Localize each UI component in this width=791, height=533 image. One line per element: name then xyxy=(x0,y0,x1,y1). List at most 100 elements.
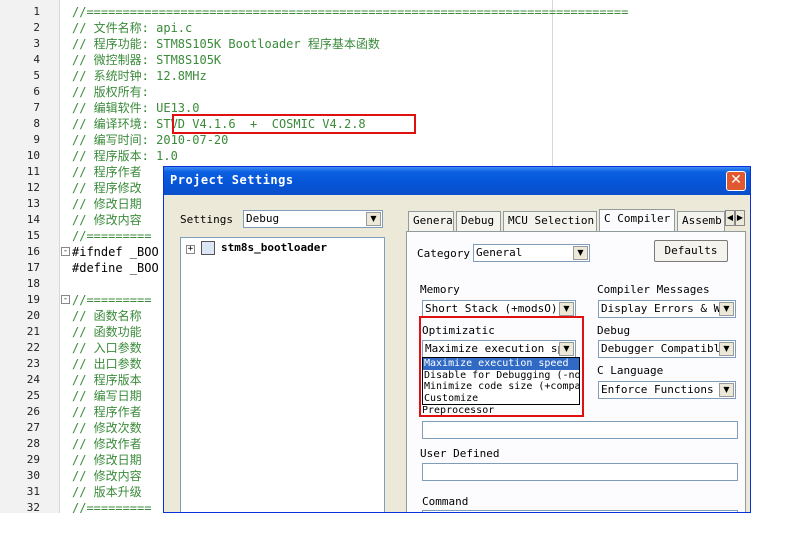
settings-label: Settings xyxy=(180,213,233,226)
chevron-left-icon[interactable]: ◀ xyxy=(725,210,735,226)
line-number: 20 xyxy=(26,309,40,322)
c-language-dropdown[interactable]: Enforce Functions Pr ▼ xyxy=(598,381,736,399)
line-number: 4 xyxy=(33,53,40,66)
code-line: // 程序作者 xyxy=(72,165,142,179)
tab-c-compiler[interactable]: C Compiler xyxy=(599,209,675,231)
line-number: 19 xyxy=(26,293,40,306)
chevron-right-icon[interactable]: ▶ xyxy=(735,210,745,226)
debug-dropdown[interactable]: Debugger Compatible ▼ xyxy=(598,340,736,358)
compiler-env-highlight xyxy=(172,114,416,134)
settings-value: Debug xyxy=(246,212,280,225)
tab-general[interactable]: General xyxy=(408,211,454,231)
code-line: // 修改内容 xyxy=(72,469,142,483)
memory-label: Memory xyxy=(420,283,460,296)
category-label: Category xyxy=(417,247,470,260)
tree-item-stm8s-bootloader[interactable]: stm8s_bootloader xyxy=(221,241,327,254)
line-number: 10 xyxy=(26,149,40,162)
memory-value: Short Stack (+modsO) xyxy=(425,302,558,315)
code-line: #define _BOO xyxy=(72,261,159,275)
line-number: 9 xyxy=(33,133,40,146)
close-button[interactable]: ✕ xyxy=(726,171,746,191)
tab-scroll-buttons: ◀ ▶ xyxy=(725,210,745,226)
code-line: // 修改日期 xyxy=(72,197,142,211)
code-line: //========= xyxy=(72,229,152,243)
code-line: // 入口参数 xyxy=(72,341,142,355)
chevron-down-icon[interactable]: ▼ xyxy=(559,302,574,316)
compiler-messages-dropdown[interactable]: Display Errors & War ▼ xyxy=(598,300,736,318)
tree-expand-icon[interactable]: + xyxy=(186,245,195,254)
line-number-gutter: 1 2 3 4 5 6 7 8 9 10 11 12 13 14 15 16 17 18 19 20 21 22 23 24 2… xyxy=(0,0,60,513)
tab-mcu-selection[interactable]: MCU Selection xyxy=(503,211,597,231)
line-number: 13 xyxy=(26,197,40,210)
code-line: // 系统时钟: 12.8MHz xyxy=(72,69,207,83)
code-line: // 函数名称 xyxy=(72,309,142,323)
command-label: Command xyxy=(422,495,469,508)
line-number: 30 xyxy=(26,469,40,482)
project-icon xyxy=(201,241,215,255)
code-line: // 出口参数 xyxy=(72,357,142,371)
chevron-down-icon[interactable]: ▼ xyxy=(719,342,734,356)
tab-debug[interactable]: Debug xyxy=(456,211,501,231)
debug-label: Debug xyxy=(597,324,631,337)
line-number: 11 xyxy=(26,165,40,178)
line-number: 28 xyxy=(26,437,40,450)
fold-collapse-icon[interactable]: - xyxy=(61,247,70,256)
code-line: // 编写日期 xyxy=(72,389,142,403)
settings-tabs: General Debug MCU Selection C Compiler A… xyxy=(406,209,746,231)
code-line: // 程序功能: STM8S105K Bootloader 程序基本函数 xyxy=(72,37,380,51)
project-tree[interactable]: + stm8s_bootloader xyxy=(180,237,385,512)
code-line: // 函数功能 xyxy=(72,325,142,339)
line-number: 31 xyxy=(26,485,40,498)
line-number: 21 xyxy=(26,325,40,338)
line-number: 29 xyxy=(26,453,40,466)
tab-assembler[interactable]: Assemb xyxy=(677,211,725,231)
line-number: 6 xyxy=(33,85,40,98)
dialog-titlebar[interactable]: Project Settings ✕ xyxy=(164,167,750,195)
chevron-down-icon[interactable]: ▼ xyxy=(719,383,734,397)
chevron-down-icon[interactable]: ▼ xyxy=(719,302,734,316)
line-number: 22 xyxy=(26,341,40,354)
line-number: 16 xyxy=(26,245,40,258)
line-number: 27 xyxy=(26,421,40,434)
defaults-button[interactable]: Defaults xyxy=(654,240,728,262)
command-field[interactable] xyxy=(422,510,738,512)
code-line: // 修改日期 xyxy=(72,453,142,467)
code-line: #ifndef _BOO xyxy=(72,245,159,259)
category-value: General xyxy=(476,246,523,259)
fold-collapse-icon[interactable]: - xyxy=(61,295,70,304)
preprocessor-field[interactable] xyxy=(422,421,738,439)
c-language-value: Enforce Functions Pr xyxy=(601,383,734,396)
user-defined-label: User Defined xyxy=(420,447,500,460)
line-number: 5 xyxy=(33,69,40,82)
chevron-down-icon[interactable]: ▼ xyxy=(366,212,381,226)
debug-value: Debugger Compatible xyxy=(601,342,727,355)
line-number: 8 xyxy=(33,117,40,130)
line-number: 24 xyxy=(26,373,40,386)
code-line: // 编写时间: 2010-07-20 xyxy=(72,133,229,147)
code-line: // 程序版本: 1.0 xyxy=(72,149,178,163)
line-number: 14 xyxy=(26,213,40,226)
line-number: 26 xyxy=(26,405,40,418)
chevron-down-icon[interactable]: ▼ xyxy=(573,246,588,260)
code-line: // 版权所有: xyxy=(72,85,149,99)
code-line: //======================================… xyxy=(72,5,629,19)
code-line: // 程序作者 xyxy=(72,405,142,419)
line-number: 18 xyxy=(26,277,40,290)
settings-dropdown[interactable]: Debug ▼ xyxy=(243,210,383,228)
line-number: 32 xyxy=(26,501,40,513)
line-number: 23 xyxy=(26,357,40,370)
c-language-label: C Language xyxy=(597,364,664,377)
code-line: //========= xyxy=(72,293,152,307)
dialog-title: Project Settings xyxy=(170,173,294,187)
category-dropdown[interactable]: General ▼ xyxy=(473,244,590,262)
line-number: 7 xyxy=(33,101,40,114)
line-number: 15 xyxy=(26,229,40,242)
line-number: 3 xyxy=(33,37,40,50)
code-line: // 微控制器: STM8S105K xyxy=(72,53,222,67)
code-line: // 程序版本 xyxy=(72,373,142,387)
compiler-messages-label: Compiler Messages xyxy=(597,283,710,296)
compiler-messages-value: Display Errors & War xyxy=(601,302,734,315)
window-bottom-strip xyxy=(0,513,791,533)
line-number: 2 xyxy=(33,21,40,34)
user-defined-field[interactable] xyxy=(422,463,738,481)
